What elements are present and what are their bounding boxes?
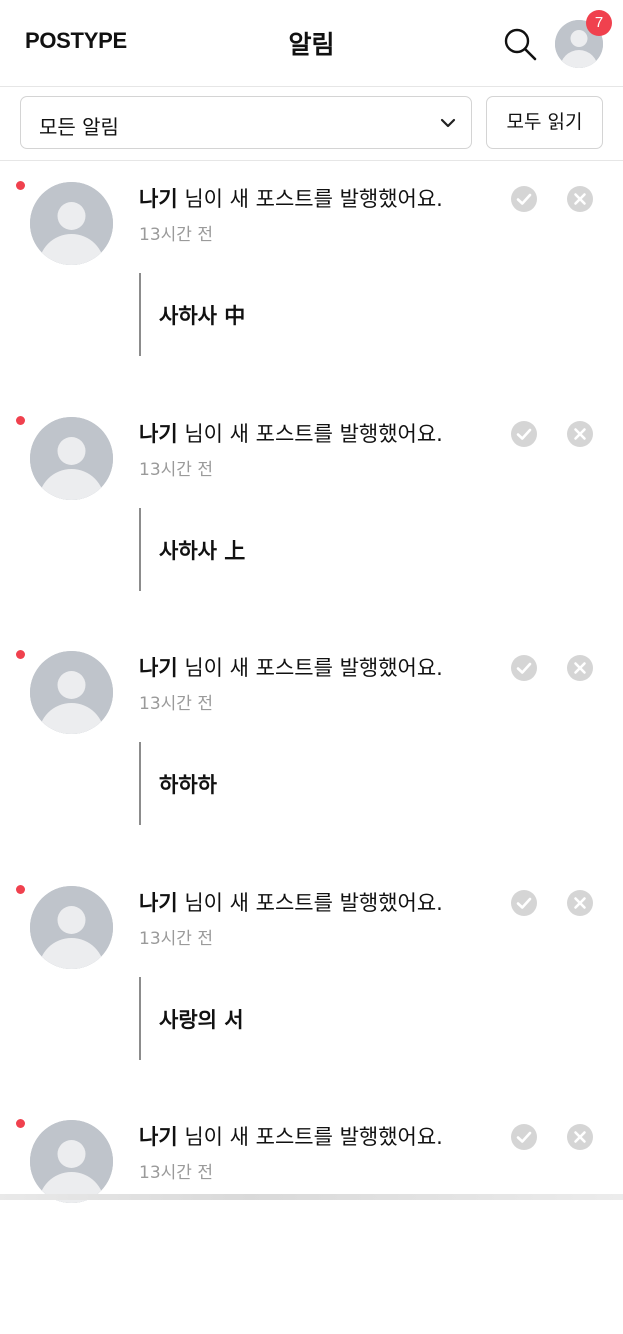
- notification-time: 13시간 전: [139, 1163, 213, 1183]
- notification-item[interactable]: 나기 님이 새 포스트를 발행했어요. 13시간 전: [0, 1099, 623, 1334]
- default-user-icon: [30, 182, 113, 265]
- delete-notification-button[interactable]: [566, 889, 594, 917]
- filter-selected-label: 모든 알림: [39, 115, 119, 139]
- author-avatar[interactable]: [30, 1120, 113, 1203]
- mark-read-button[interactable]: [510, 889, 538, 917]
- notification-time: 13시간 전: [139, 459, 213, 480]
- search-button[interactable]: [500, 24, 540, 64]
- notification-time: 13시간 전: [139, 225, 213, 245]
- message-text: 님이 새 포스트를 발행했어요.: [177, 187, 443, 211]
- post-preview[interactable]: 사하사 上: [139, 507, 245, 591]
- profile-button[interactable]: 7: [555, 10, 612, 68]
- notification-item[interactable]: 나기 님이 새 포스트를 발행했어요. 13시간 전 하하하: [0, 630, 623, 865]
- author-name[interactable]: 나기: [139, 187, 178, 211]
- check-circle-icon: [511, 186, 537, 212]
- notification-filter-dropdown[interactable]: 모든 알림: [20, 96, 472, 149]
- notification-message[interactable]: 나기 님이 새 포스트를 발행했어요.: [139, 887, 443, 917]
- post-title[interactable]: 사하사 上: [159, 535, 245, 565]
- mark-read-button[interactable]: [510, 1123, 538, 1151]
- close-circle-icon: [567, 186, 593, 212]
- message-text: 님이 새 포스트를 발행했어요.: [177, 1125, 443, 1149]
- author-name[interactable]: 나기: [139, 422, 178, 446]
- bottom-bar-edge: [0, 1194, 623, 1200]
- unread-indicator: [16, 415, 25, 425]
- author-avatar[interactable]: [30, 885, 113, 969]
- notification-item[interactable]: 나기 님이 새 포스트를 발행했어요. 13시간 전 사랑의 서: [0, 865, 623, 1100]
- mark-read-button[interactable]: [510, 420, 538, 448]
- default-user-icon: [30, 416, 113, 500]
- author-avatar[interactable]: [30, 416, 113, 500]
- post-preview[interactable]: 하하하: [139, 742, 217, 825]
- author-name[interactable]: 나기: [139, 891, 178, 915]
- notification-count-badge: 7: [586, 10, 612, 36]
- post-preview[interactable]: 사랑의 서: [139, 976, 244, 1060]
- check-circle-icon: [511, 420, 537, 447]
- notification-message[interactable]: 나기 님이 새 포스트를 발행했어요.: [139, 418, 443, 448]
- close-circle-icon: [567, 420, 593, 447]
- search-icon: [504, 28, 537, 61]
- check-circle-icon: [511, 655, 537, 681]
- author-avatar[interactable]: [30, 651, 113, 734]
- check-circle-icon: [511, 889, 537, 916]
- delete-notification-button[interactable]: [566, 654, 594, 682]
- message-text: 님이 새 포스트를 발행했어요.: [177, 890, 443, 915]
- notification-time: 13시간 전: [139, 694, 213, 714]
- post-title[interactable]: 사랑의 서: [159, 1004, 244, 1034]
- author-name[interactable]: 나기: [139, 656, 178, 680]
- post-title[interactable]: 사하사 中: [159, 300, 245, 330]
- post-preview[interactable]: 사하사 中: [139, 273, 245, 356]
- app-header: POSTYPE 알림 7: [0, 0, 623, 87]
- delete-notification-button[interactable]: [566, 185, 594, 213]
- unread-indicator: [16, 884, 25, 894]
- notification-list: 나기 님이 새 포스트를 발행했어요. 13시간 전 사하사 中 나기 님이 새…: [0, 161, 623, 1334]
- default-user-icon: [30, 651, 113, 734]
- notification-item[interactable]: 나기 님이 새 포스트를 발행했어요. 13시간 전 사하사 上: [0, 396, 623, 631]
- notification-message[interactable]: 나기 님이 새 포스트를 발행했어요.: [139, 183, 443, 213]
- delete-notification-button[interactable]: [566, 1123, 594, 1151]
- unread-indicator: [16, 181, 25, 190]
- check-circle-icon: [511, 1124, 537, 1150]
- filter-bar: 모든 알림 모두 읽기: [0, 87, 623, 161]
- notification-message[interactable]: 나기 님이 새 포스트를 발행했어요.: [139, 652, 443, 682]
- close-circle-icon: [567, 655, 593, 681]
- default-user-icon: [30, 1120, 113, 1203]
- message-text: 님이 새 포스트를 발행했어요.: [177, 656, 443, 680]
- notification-time: 13시간 전: [139, 928, 213, 949]
- unread-indicator: [16, 1119, 25, 1128]
- chevron-down-icon: [440, 118, 456, 128]
- message-text: 님이 새 포스트를 발행했어요.: [177, 421, 443, 446]
- post-title[interactable]: 하하하: [159, 769, 217, 799]
- mark-all-read-button[interactable]: 모두 읽기: [486, 96, 603, 149]
- unread-indicator: [16, 650, 25, 659]
- close-circle-icon: [567, 889, 593, 916]
- author-avatar[interactable]: [30, 182, 113, 265]
- notification-message[interactable]: 나기 님이 새 포스트를 발행했어요.: [139, 1121, 443, 1151]
- close-circle-icon: [567, 1124, 593, 1150]
- delete-notification-button[interactable]: [566, 420, 594, 448]
- mark-read-button[interactable]: [510, 654, 538, 682]
- mark-read-button[interactable]: [510, 185, 538, 213]
- default-user-icon: [30, 885, 113, 969]
- notification-item[interactable]: 나기 님이 새 포스트를 발행했어요. 13시간 전 사하사 中: [0, 161, 623, 396]
- author-name[interactable]: 나기: [139, 1125, 178, 1149]
